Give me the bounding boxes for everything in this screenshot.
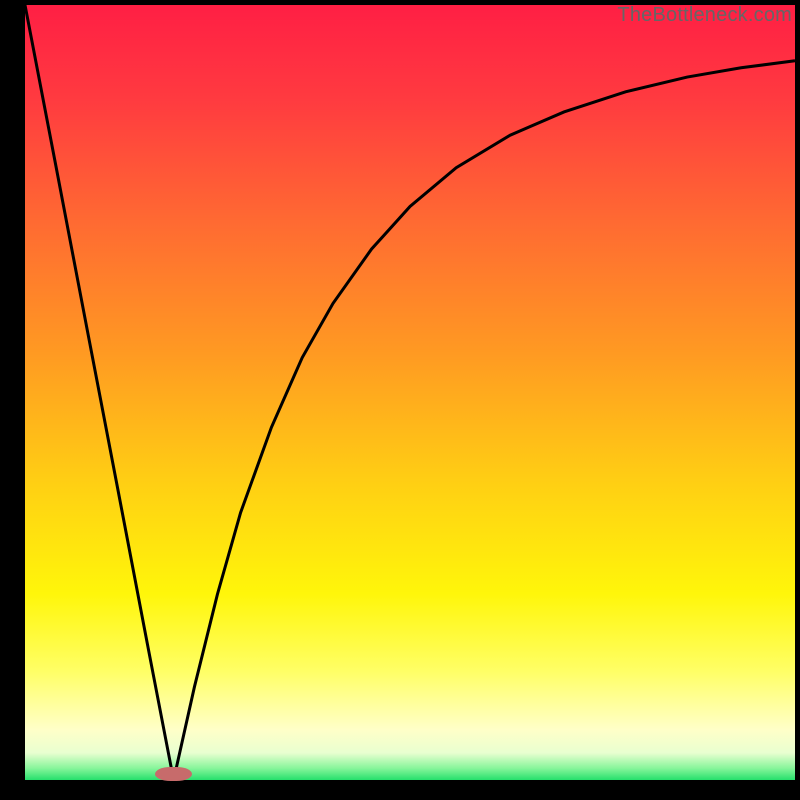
- plot-area: [25, 5, 795, 780]
- chart-frame: TheBottleneck.com: [0, 0, 800, 800]
- optimal-marker: [155, 767, 192, 781]
- bottleneck-curve: [25, 5, 795, 780]
- watermark-text: TheBottleneck.com: [617, 4, 792, 27]
- curve-path: [25, 5, 795, 780]
